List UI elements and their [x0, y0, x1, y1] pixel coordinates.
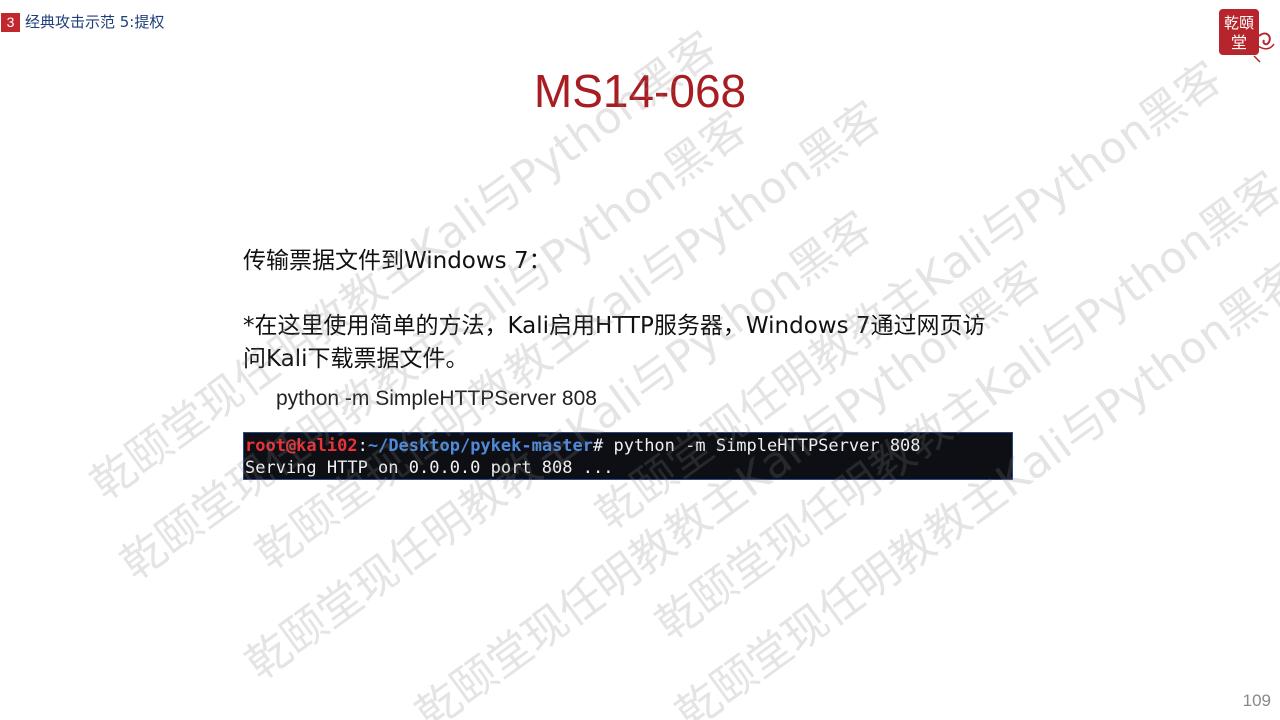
slide: 3 经典攻击示范 5:提权 乾頤 堂 MS14-068 传输票据文件到Windo…	[0, 0, 1280, 720]
command-text: python -m SimpleHTTPServer 808	[276, 387, 597, 410]
terminal-output-line: Serving HTTP on 0.0.0.0 port 808 ...	[245, 458, 614, 478]
paragraph-method-note: *在这里使用简单的方法，Kali启用HTTP服务器，Windows 7通过网页访…	[243, 313, 986, 372]
page-number: 109	[1242, 691, 1271, 710]
paragraph-transfer-ticket: 传输票据文件到Windows 7：	[243, 248, 552, 274]
seal-logo-icon: 乾頤 堂	[1219, 9, 1275, 63]
terminal-screenshot: root@kali02:~/Desktop/pykek-master# pyth…	[243, 432, 1013, 480]
terminal-prompt-user: root@kali02	[245, 436, 358, 456]
section-header: 3 经典攻击示范 5:提权	[0, 11, 164, 33]
terminal-prompt-separator: :	[357, 436, 368, 456]
section-number-badge: 3	[1, 12, 20, 32]
logo-text-bottom: 堂	[1231, 33, 1247, 52]
logo-text-top: 乾頤	[1224, 14, 1254, 32]
qianyitang-logo: 乾頤 堂	[1214, 6, 1276, 64]
watermark-text: 乾颐堂现任明教教主Kali与Python黑客	[646, 162, 1280, 651]
section-title: 经典攻击示范 5:提权	[25, 12, 165, 31]
terminal-command: # python -m SimpleHTTPServer 808	[593, 436, 921, 456]
slide-title: MS14-068	[533, 65, 747, 117]
terminal-prompt-path: ~/Desktop/pykek-master	[367, 436, 594, 456]
